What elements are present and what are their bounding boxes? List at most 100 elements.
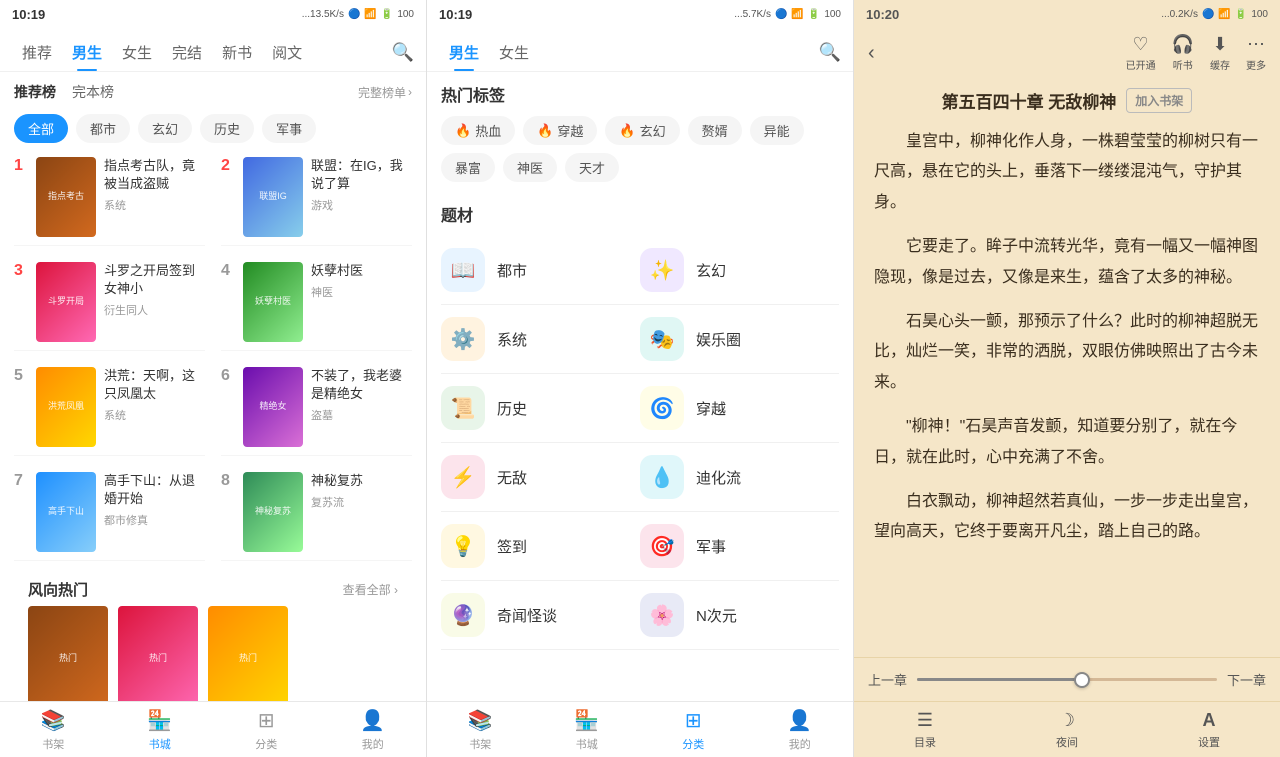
- reader-content[interactable]: 皇宫中，柳神化作人身，一株碧莹莹的柳树只有一尺高，悬在它的头上，垂落下一缕缕混沌…: [854, 117, 1280, 657]
- genre-n-times[interactable]: 🌸 N次元: [640, 581, 839, 650]
- tool-vip[interactable]: ♡ 已开通: [1126, 34, 1156, 72]
- list-item[interactable]: 7 高手下山 高手下山：从退婚开始 都市修真: [14, 464, 205, 561]
- battery-level-2: 100: [824, 9, 841, 20]
- nav-profile-2[interactable]: 👤 我的: [747, 708, 854, 752]
- hot-tags-title: 热门标签: [441, 82, 839, 106]
- fire-icon-1: 🔥: [455, 123, 471, 139]
- back-button[interactable]: ‹: [868, 42, 875, 65]
- bluetooth-icon-3: 🔵: [1202, 9, 1214, 20]
- tag-yineng[interactable]: 异能: [750, 116, 804, 145]
- tag-zhuiyu[interactable]: 赘婿: [688, 116, 742, 145]
- trending-title: 风向热门: [28, 579, 88, 600]
- genre-transmigration[interactable]: 🌀 穿越: [640, 374, 839, 443]
- tool-listen[interactable]: 🎧 听书: [1172, 34, 1194, 72]
- nav-settings[interactable]: A 设置: [1138, 710, 1280, 750]
- bookstore-icon: 🏪: [147, 708, 172, 733]
- tab-male[interactable]: 男生: [62, 34, 112, 71]
- genre-entertainment[interactable]: 🎭 娱乐圈: [640, 305, 839, 374]
- list-item[interactable]: 3 斗罗开局 斗罗之开局签到女神小 衍生同人: [14, 254, 205, 351]
- nav-bookshelf-2[interactable]: 📚 书架: [427, 708, 534, 752]
- list-item[interactable]: 1 指点考古 指点考古队，竟被当成盗贼 系统: [14, 149, 205, 246]
- cat-military[interactable]: 军事: [262, 114, 316, 143]
- tag-transmigration[interactable]: 🔥 穿越: [523, 116, 597, 145]
- bluetooth-icon-2: 🔵: [775, 9, 787, 20]
- prev-chapter-button[interactable]: 上一章: [868, 670, 907, 689]
- list-item[interactable]: 4 妖孽村医 妖孽村医 神医: [221, 254, 412, 351]
- tool-label-cache: 缓存: [1210, 57, 1230, 72]
- tab-new[interactable]: 新书: [212, 34, 262, 71]
- genre-icon-signin: 💡: [441, 524, 485, 568]
- cat-history[interactable]: 历史: [200, 114, 254, 143]
- nav-profile-1[interactable]: 👤 我的: [320, 708, 427, 752]
- list-item[interactable]: 热门: [118, 606, 198, 701]
- progress-thumb[interactable]: [1074, 672, 1090, 688]
- genre-signin[interactable]: 💡 签到: [441, 512, 640, 581]
- search-icon-2[interactable]: 🔍: [819, 42, 841, 63]
- add-shelf-button[interactable]: 加入书架: [1126, 88, 1192, 113]
- next-chapter-button[interactable]: 下一章: [1227, 670, 1266, 689]
- nav-category-2[interactable]: ⊞ 分类: [640, 708, 747, 752]
- list-item[interactable]: 5 洪荒凤凰 洪荒：天啊，这只凤凰太 系统: [14, 359, 205, 456]
- trending-link[interactable]: 查看全部 ›: [343, 581, 398, 598]
- genre-military[interactable]: 🎯 军事: [640, 512, 839, 581]
- cat-fantasy[interactable]: 玄幻: [138, 114, 192, 143]
- toc-icon: ☰: [917, 710, 933, 731]
- genre-strange[interactable]: 🔮 奇闻怪谈: [441, 581, 640, 650]
- tag-shenyi[interactable]: 神医: [503, 153, 557, 182]
- tab-recommend[interactable]: 推荐: [12, 34, 62, 71]
- tab-complete[interactable]: 完结: [162, 34, 212, 71]
- category-icon: ⊞: [258, 708, 275, 733]
- genre-invincible[interactable]: ⚡ 无敌: [441, 443, 640, 512]
- genre-urban[interactable]: 📖 都市: [441, 236, 640, 305]
- tab-female-2[interactable]: 女生: [489, 34, 539, 71]
- book-cover-8: 神秘复苏: [243, 472, 303, 552]
- status-time-2: 10:19: [439, 7, 472, 22]
- list-item[interactable]: 2 联盟IG 联盟：在IG，我说了算 游戏: [221, 149, 412, 246]
- genre-fantasy[interactable]: ✨ 玄幻: [640, 236, 839, 305]
- nav-category-1[interactable]: ⊞ 分类: [213, 708, 320, 752]
- progress-fill: [917, 678, 1082, 681]
- tag-hot-blood[interactable]: 🔥 热血: [441, 116, 515, 145]
- nav-bookshelf-1[interactable]: 📚 书架: [0, 708, 107, 752]
- book-tag-3: 衍生同人: [104, 302, 205, 318]
- book-tag-8: 复苏流: [311, 494, 412, 510]
- cat-urban[interactable]: 都市: [76, 114, 130, 143]
- tab-female[interactable]: 女生: [112, 34, 162, 71]
- full-list-link[interactable]: 完整榜单 ›: [358, 84, 412, 101]
- tool-cache[interactable]: ⬇ 缓存: [1210, 34, 1230, 72]
- list-item[interactable]: 热门: [208, 606, 288, 701]
- tab-male-2[interactable]: 男生: [439, 34, 489, 71]
- tag-tiancai[interactable]: 天才: [565, 153, 619, 182]
- nav-night-mode[interactable]: ☽ 夜间: [996, 710, 1138, 750]
- rank-tab-complete[interactable]: 完本榜: [72, 82, 114, 102]
- genre-icon-fantasy: ✨: [640, 248, 684, 292]
- progress-slider[interactable]: [917, 678, 1217, 681]
- nav-toc[interactable]: ☰ 目录: [854, 710, 996, 750]
- chapter-title-area: 第五百四十章 无敌柳神 加入书架: [854, 78, 1280, 117]
- genre-system[interactable]: ⚙️ 系统: [441, 305, 640, 374]
- book-info-5: 洪荒：天啊，这只凤凰太 系统: [104, 367, 205, 423]
- list-item[interactable]: 6 精绝女 不装了，我老婆是精绝女 盗墓: [221, 359, 412, 456]
- status-bar-3: 10:20 ...0.2K/s 🔵 📶 🔋 100: [854, 0, 1280, 28]
- book-cover-5: 洪荒凤凰: [36, 367, 96, 447]
- list-item[interactable]: 热门: [28, 606, 108, 701]
- nav-label-bookstore-1: 书城: [149, 736, 171, 752]
- book-rank-8: 8: [221, 472, 235, 490]
- book-rank-1: 1: [14, 157, 28, 175]
- nav-bookstore-2[interactable]: 🏪 书城: [534, 708, 641, 752]
- tag-xuanhuan[interactable]: 🔥 玄幻: [605, 116, 679, 145]
- list-item[interactable]: 8 神秘复苏 神秘复苏 复苏流: [221, 464, 412, 561]
- tool-more[interactable]: ⋯ 更多: [1246, 34, 1266, 72]
- genre-dihua[interactable]: 💧 迪化流: [640, 443, 839, 512]
- book-cover-4: 妖孽村医: [243, 262, 303, 342]
- tag-baofu[interactable]: 暴富: [441, 153, 495, 182]
- search-icon-1[interactable]: 🔍: [392, 42, 414, 63]
- genre-section: 题材 📖 都市 ✨ 玄幻 ⚙️ 系统 🎭 娱乐圈: [427, 196, 853, 650]
- genre-history[interactable]: 📜 历史: [441, 374, 640, 443]
- tab-yuewen[interactable]: 阅文: [262, 34, 312, 71]
- nav-bookstore-1[interactable]: 🏪 书城: [107, 708, 214, 752]
- chevron-right-icon: ›: [408, 85, 412, 99]
- book-cover-1: 指点考古: [36, 157, 96, 237]
- rank-tab-recommend[interactable]: 推荐榜: [14, 82, 56, 102]
- cat-all[interactable]: 全部: [14, 114, 68, 143]
